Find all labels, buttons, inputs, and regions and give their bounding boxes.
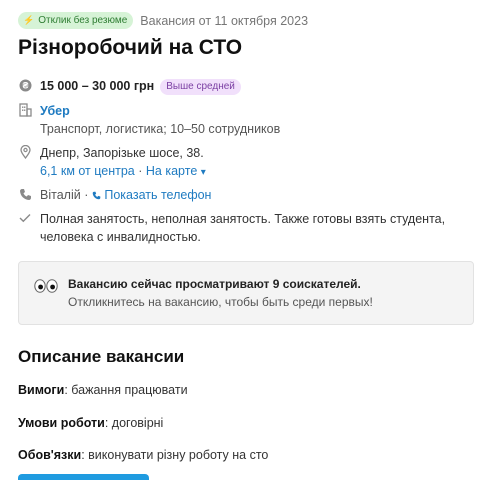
eyes-icon xyxy=(34,279,58,293)
salary-row: ₴ 15 000 – 30 000 грн Выше средней xyxy=(18,77,241,95)
employment-row: Полная занятость, неполная занятость. Та… xyxy=(18,210,445,246)
map-pin-icon xyxy=(18,144,32,160)
no-resume-badge-label: Отклик без резюме xyxy=(38,15,128,26)
salary-amount: 15 000 – 30 000 грн xyxy=(40,79,155,93)
currency-coin-icon: ₴ xyxy=(18,77,32,93)
employment-type-line-2: человека с инвалидностью. xyxy=(40,230,201,244)
contact-row: Віталій · Показать телефон xyxy=(18,186,211,204)
map-link-label: На карте xyxy=(145,164,198,178)
viewers-notice: Вакансию сейчас просматривают 9 соискате… xyxy=(18,261,474,325)
vacancy-meta: ⚡ Отклик без резюме Вакансия от 11 октяб… xyxy=(18,12,308,29)
duties-line: Обов'язки: виконувати різну роботу на ст… xyxy=(18,448,268,462)
address-row: Днепр, Запорізьке шосе, 38. 6,1 км от це… xyxy=(18,144,206,182)
separator-dot: · xyxy=(84,188,89,202)
building-icon xyxy=(18,102,32,118)
company-link[interactable]: Убер xyxy=(40,102,280,120)
publication-date: Вакансия от 11 октября 2023 xyxy=(140,13,309,28)
requirements-label: Вимоги xyxy=(18,383,65,397)
company-row: Убер Транспорт, логистика; 10–50 сотрудн… xyxy=(18,102,280,138)
svg-text:₴: ₴ xyxy=(22,80,28,90)
chevron-down-icon: ▾ xyxy=(200,167,206,178)
contact-name: Віталій xyxy=(40,188,81,202)
company-details: Транспорт, логистика; 10–50 сотрудников xyxy=(40,122,281,136)
viewers-cta-text: Откликнитесь на вакансию, чтобы быть сре… xyxy=(68,295,373,309)
distance-from-center: 6,1 км от центра xyxy=(40,164,135,178)
page-title: Різноробочий на СТО xyxy=(18,36,243,59)
separator-dot: · xyxy=(138,164,143,178)
map-link[interactable]: На карте ▾ xyxy=(146,164,206,178)
phone-icon xyxy=(18,186,32,202)
no-resume-badge: ⚡ Отклик без резюме xyxy=(18,12,134,29)
conditions-line: Умови роботи: договірні xyxy=(18,416,163,430)
apply-button[interactable] xyxy=(18,474,149,480)
address-text: Днепр, Запорізьке шосе, 38. xyxy=(40,146,204,160)
employment-type-line-1: Полная занятость, неполная занятость. Та… xyxy=(40,212,446,226)
viewers-count-text: Вакансию сейчас просматривают 9 соискате… xyxy=(68,277,361,291)
lightning-bolt-icon: ⚡ xyxy=(23,15,35,25)
above-average-badge: Выше средней xyxy=(160,79,241,95)
show-phone-link[interactable]: Показать телефон xyxy=(92,188,212,202)
checkmark-icon xyxy=(18,210,32,226)
conditions-value: : договірні xyxy=(104,416,164,430)
conditions-label: Умови роботи xyxy=(18,416,105,430)
duties-value: : виконувати різну роботу на сто xyxy=(81,448,269,462)
description-heading: Описание вакансии xyxy=(18,347,185,366)
duties-label: Обов'язки xyxy=(18,448,82,462)
requirements-line: Вимоги: бажання працювати xyxy=(18,383,188,397)
show-phone-label: Показать телефон xyxy=(104,188,212,202)
phone-small-icon xyxy=(92,191,101,200)
requirements-value: : бажання працювати xyxy=(64,383,188,397)
